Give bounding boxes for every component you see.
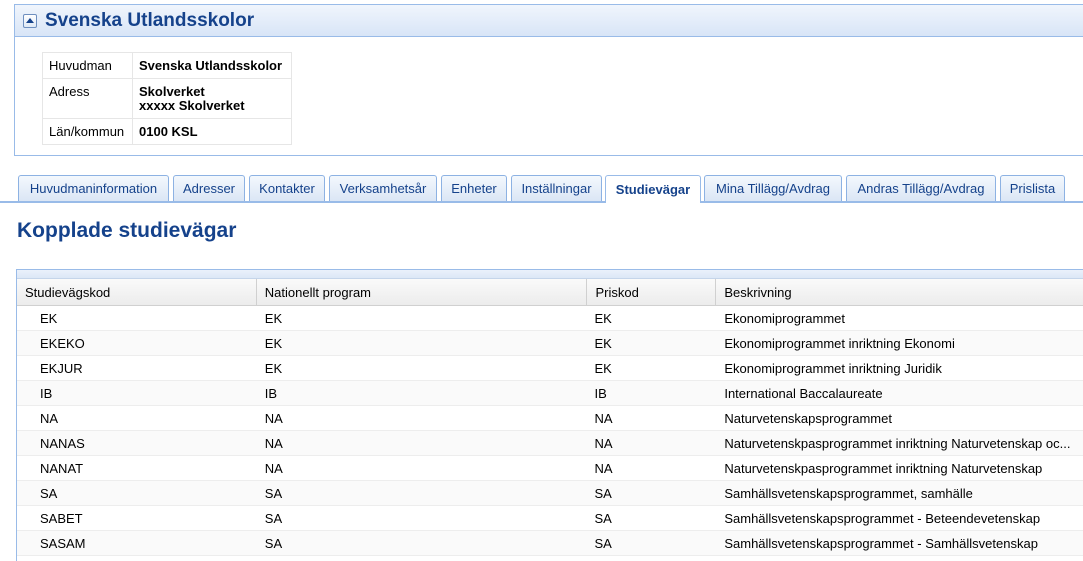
table-cell: SA	[40, 485, 58, 501]
table-cell: NA	[264, 460, 283, 476]
table-cell: IB	[264, 385, 278, 401]
table-cell: NA	[264, 435, 283, 451]
table-row[interactable]: IB IB IB International Baccalaureate	[17, 381, 1083, 406]
table-cell: International Baccalaureate	[724, 385, 883, 401]
panel-title: Svenska Utlandsskolor	[45, 9, 255, 31]
info-value: Skolverket xxxxx Skolverket	[132, 78, 292, 119]
table-cell: EK	[594, 335, 612, 351]
table-cell: Naturvetenskpasprogrammet inriktning Nat…	[724, 435, 1071, 451]
info-label: Adress	[42, 78, 133, 119]
tab-adresser[interactable]: Adresser	[173, 175, 245, 201]
column-header-studievagskod[interactable]: Studievägskod	[17, 279, 257, 305]
huvudman-panel: Svenska Utlandsskolor Huvudman Svenska U…	[14, 4, 1083, 156]
table-cell: SA	[594, 485, 612, 501]
info-value: 0100 KSL	[132, 118, 292, 145]
address-line-2: xxxxx Skolverket	[139, 98, 245, 113]
chevron-up-icon	[26, 18, 34, 23]
info-label: Huvudman	[42, 52, 133, 79]
tab-andras-tillagg-avdrag[interactable]: Andras Tillägg/Avdrag	[846, 175, 996, 201]
table-row[interactable]: EKEKO EK EK Ekonomiprogrammet inriktning Ek…	[17, 331, 1083, 356]
tab-mina-tillagg-avdrag[interactable]: Mina Tillägg/Avdrag	[704, 175, 842, 201]
info-value: Svenska Utlandsskolor	[132, 52, 292, 79]
column-header-beskrivning[interactable]: Beskrivning	[716, 279, 1083, 305]
table-cell: NA	[264, 410, 283, 426]
table-cell: Ekonomiprogrammet inriktning Ekonomi	[724, 335, 955, 351]
table-cell: Naturvetenskpasprogrammet inriktning Nat…	[724, 460, 1043, 476]
table-cell: SABET	[40, 510, 83, 526]
collapse-button[interactable]	[23, 13, 37, 28]
table-cell: IB	[40, 385, 53, 401]
tab-installningar[interactable]: Inställningar	[511, 175, 602, 201]
tab-bar: Huvudmaninformation Adresser Kontakter V…	[0, 175, 1083, 203]
table-cell: SA	[594, 510, 612, 526]
tab-huvudmaninformation[interactable]: Huvudmaninformation	[18, 175, 169, 201]
tab-verksamhetsar[interactable]: Verksamhetsår	[329, 175, 437, 201]
info-label: Län/kommun	[42, 118, 133, 145]
grid-header: Studievägskod Nationellt program Priskod…	[17, 279, 1083, 306]
info-row-huvudman: Huvudman Svenska Utlandsskolor	[42, 52, 292, 79]
table-row[interactable]: EKJUR EK EK Ekonomiprogrammet inriktning Ju…	[17, 356, 1083, 381]
table-cell: NA	[594, 460, 613, 476]
table-cell: EKEKO	[40, 335, 85, 351]
table-cell: SASAM	[40, 535, 86, 551]
info-row-lan-kommun: Län/kommun 0100 KSL	[42, 118, 292, 145]
table-cell: Ekonomiprogrammet inriktning Juridik	[724, 360, 942, 376]
table-row[interactable]: NANAT NA NA Naturvetenskpasprogrammet inrik…	[17, 456, 1083, 481]
info-row-adress: Adress Skolverket xxxxx Skolverket	[42, 78, 292, 119]
table-cell: SA	[264, 510, 283, 526]
table-cell: EK	[264, 310, 283, 326]
table-cell: SA	[594, 535, 612, 551]
table-cell: NA	[40, 410, 59, 426]
table-row[interactable]: NA NA NA Naturvetenskapsprogrammet	[17, 406, 1083, 431]
table-cell: NA	[594, 410, 613, 426]
table-row[interactable]: NANAS NA NA Naturvetenskpasprogrammet inrik…	[17, 431, 1083, 456]
table-cell: EK	[264, 360, 283, 376]
tab-prislista[interactable]: Prislista	[1000, 175, 1065, 201]
column-header-nationellt-program[interactable]: Nationellt program	[257, 279, 588, 305]
table-cell: EK	[40, 310, 58, 326]
address-line-1: Skolverket	[139, 84, 205, 99]
info-table: Huvudman Svenska Utlandsskolor Adress Sk…	[42, 52, 292, 145]
section-title: Kopplade studievägar	[17, 219, 237, 242]
table-cell: Samhällsvetenskapsprogrammet - Samhällsv…	[724, 535, 1038, 551]
table-cell: EK	[264, 335, 283, 351]
studievagar-grid: Studievägskod Nationellt program Priskod…	[16, 269, 1083, 561]
table-cell: NANAS	[40, 435, 85, 451]
table-row[interactable]: EK EK EK Ekonomiprogrammet	[17, 306, 1083, 331]
tab-studievagar[interactable]: Studievägar	[605, 175, 701, 203]
grid-top-bar	[17, 270, 1083, 279]
grid-body: EK EK EK Ekonomiprogrammet EKEKO EK EK Ekonomip…	[17, 306, 1083, 556]
table-row[interactable]: SABET SA SA Samhällsvetenskapsprogrammet - …	[17, 506, 1083, 531]
column-header-priskod[interactable]: Priskod	[587, 279, 717, 305]
panel-header: Svenska Utlandsskolor	[15, 5, 1083, 37]
table-row[interactable]: SA SA SA Samhällsvetenskapsprogrammet, samh…	[17, 481, 1083, 506]
table-cell: IB	[594, 385, 607, 401]
table-cell: NA	[594, 435, 613, 451]
table-cell: Samhällsvetenskapsprogrammet, samhälle	[724, 485, 973, 501]
tab-kontakter[interactable]: Kontakter	[249, 175, 325, 201]
table-cell: Ekonomiprogrammet	[724, 310, 845, 326]
table-cell: EKJUR	[40, 360, 83, 376]
table-cell: Naturvetenskapsprogrammet	[724, 410, 892, 426]
table-cell: Samhällsvetenskapsprogrammet - Beteendev…	[724, 510, 1041, 526]
table-cell: SA	[264, 485, 283, 501]
tab-enheter[interactable]: Enheter	[441, 175, 507, 201]
table-cell: EK	[594, 360, 612, 376]
tab-strip-divider	[0, 201, 1083, 203]
table-cell: NANAT	[40, 460, 84, 476]
table-cell: EK	[594, 310, 612, 326]
table-cell: SA	[264, 535, 283, 551]
table-row[interactable]: SASAM SA SA Samhällsvetenskapsprogrammet - …	[17, 531, 1083, 556]
